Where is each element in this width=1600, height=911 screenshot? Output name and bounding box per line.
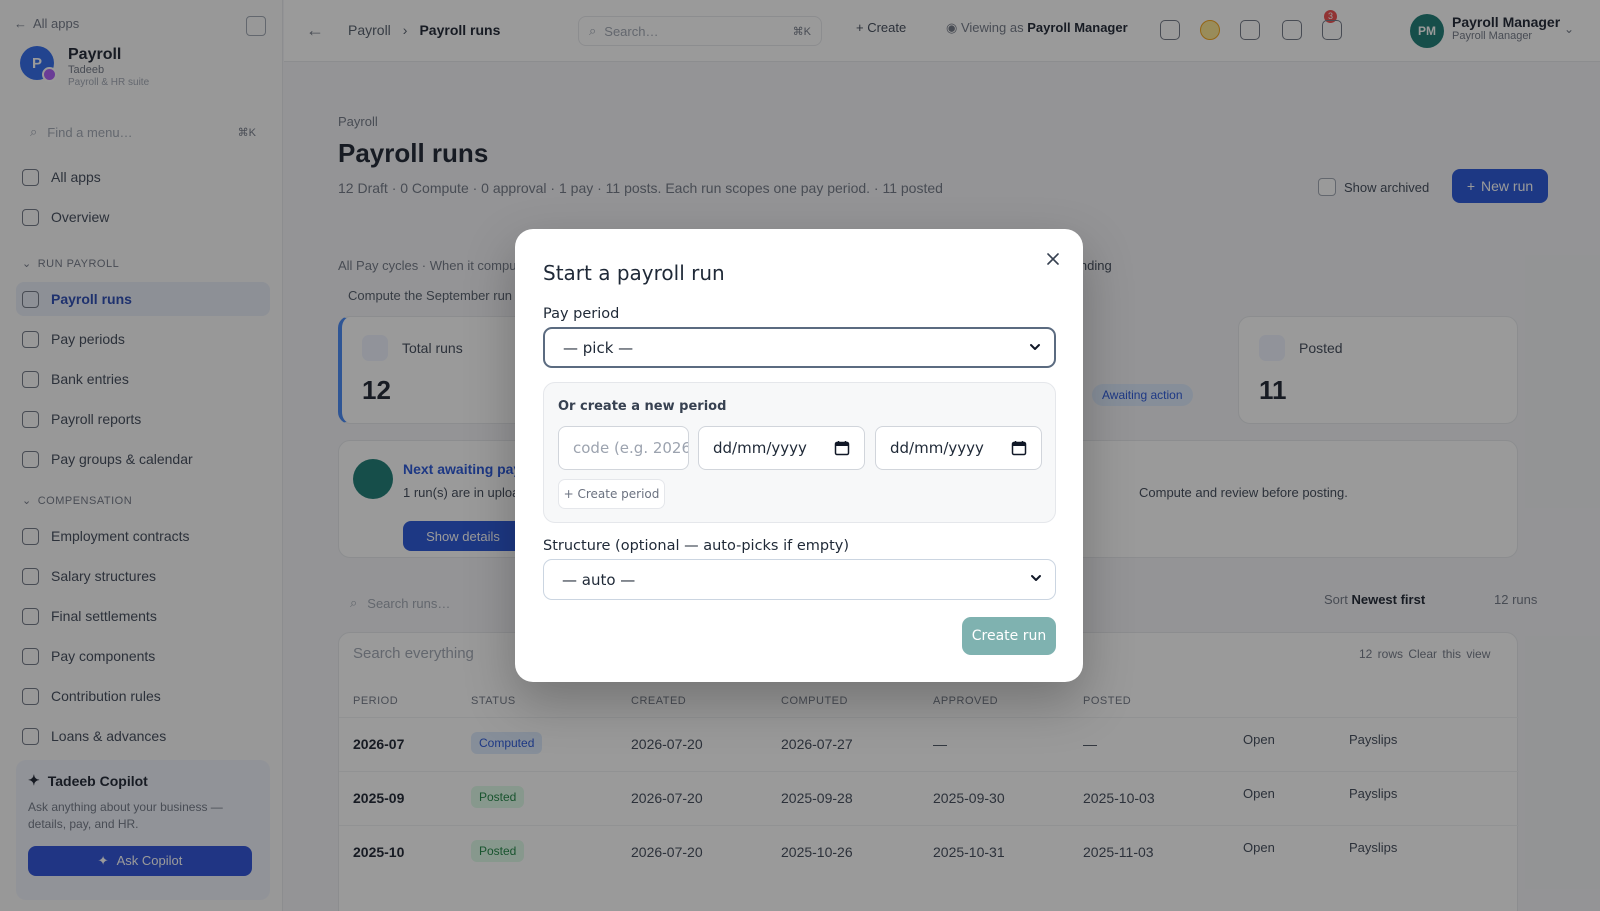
structure-label: Structure (optional — auto-picks if empt… bbox=[543, 538, 850, 554]
start-payroll-run-dialog: Start a payroll run Pay period — pick — … bbox=[515, 229, 1083, 682]
dialog-title: Start a payroll run bbox=[543, 261, 725, 285]
period-code-placeholder: code (e.g. 2026- bbox=[573, 439, 689, 457]
close-icon[interactable] bbox=[1045, 251, 1061, 267]
create-period-button[interactable]: + Create period bbox=[558, 479, 665, 509]
calendar-icon[interactable] bbox=[834, 440, 850, 456]
chevron-down-icon bbox=[1030, 344, 1040, 350]
create-run-button[interactable]: Create run bbox=[962, 617, 1056, 655]
pay-period-label: Pay period bbox=[543, 306, 620, 322]
end-date-placeholder: dd/mm/yyyy bbox=[890, 439, 984, 457]
pay-period-select[interactable]: — pick — bbox=[543, 327, 1056, 368]
start-date-placeholder: dd/mm/yyyy bbox=[713, 439, 807, 457]
new-period-panel: Or create a new period code (e.g. 2026- … bbox=[543, 382, 1056, 523]
calendar-icon[interactable] bbox=[1011, 440, 1027, 456]
chevron-down-icon bbox=[1031, 575, 1041, 581]
period-end-date-input[interactable]: dd/mm/yyyy bbox=[875, 426, 1042, 470]
structure-selected-value: — auto — bbox=[562, 570, 636, 589]
new-period-title: Or create a new period bbox=[558, 399, 727, 414]
structure-select[interactable]: — auto — bbox=[543, 559, 1056, 600]
pay-period-selected-value: — pick — bbox=[563, 338, 634, 357]
period-start-date-input[interactable]: dd/mm/yyyy bbox=[698, 426, 865, 470]
period-code-input[interactable]: code (e.g. 2026- bbox=[558, 426, 689, 470]
